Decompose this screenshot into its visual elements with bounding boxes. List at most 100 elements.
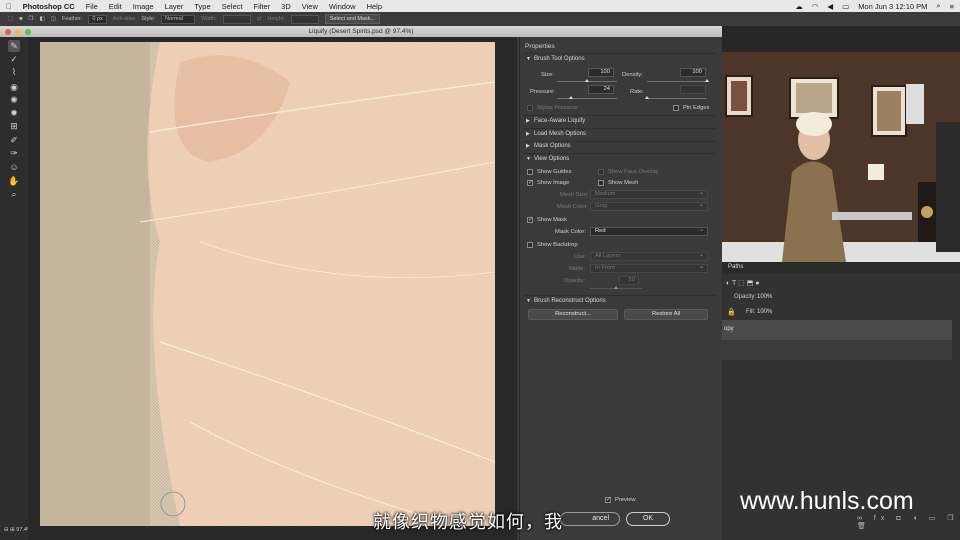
layer-row[interactable] [722, 340, 952, 360]
menu-image[interactable]: Image [133, 2, 154, 11]
intersect-selection-icon[interactable]: ◫ [51, 16, 56, 22]
antialias-checkbox[interactable]: Anti-alias [113, 16, 136, 22]
height-input[interactable] [290, 14, 319, 24]
backdrop-opacity-input[interactable]: 50 [619, 276, 639, 285]
reconstruct-button[interactable]: Reconstruct... [528, 309, 618, 320]
mesh-color-select[interactable]: Gray [590, 202, 708, 211]
push-left-tool-icon[interactable]: ⊞ [8, 120, 20, 132]
ok-button[interactable]: OK [626, 512, 670, 526]
pressure-input[interactable]: 24 [588, 85, 614, 94]
photo-preview[interactable] [40, 42, 495, 526]
freeze-mask-tool-icon[interactable]: ✐ [8, 134, 20, 146]
add-selection-icon[interactable]: ❐ [29, 16, 34, 22]
style-select[interactable]: Normal [161, 14, 196, 24]
search-icon[interactable]: ⌕ [936, 1, 940, 11]
mesh-size-select[interactable]: Medium [590, 190, 708, 199]
layer-opacity-value[interactable]: 100% [757, 294, 772, 300]
size-slider[interactable] [557, 79, 617, 82]
density-input[interactable]: 100 [680, 68, 706, 77]
battery-icon[interactable]: ▭ [842, 2, 849, 11]
menu-window[interactable]: Window [329, 2, 356, 11]
layer-row[interactable]: opy [722, 320, 952, 340]
minimize-icon[interactable] [15, 29, 21, 35]
stylus-pressure-checkbox[interactable] [527, 105, 533, 111]
restore-all-button[interactable]: Restore All [624, 309, 708, 320]
thaw-mask-tool-icon[interactable]: ✑ [8, 147, 20, 159]
mask-color-select[interactable]: Red [590, 227, 708, 236]
mode-select[interactable]: In Front [590, 264, 708, 273]
menu-help[interactable]: Help [367, 2, 382, 11]
menu-type[interactable]: Type [194, 2, 210, 11]
status-menus: ☁ ◠ ◀ ▭ Mon Jun 3 12:10 PM ⌕ ≡ [795, 0, 954, 12]
tab-paths[interactable]: Paths [728, 264, 743, 270]
menu-select[interactable]: Select [222, 2, 243, 11]
width-input[interactable] [222, 14, 251, 24]
show-face-overlay-checkbox[interactable] [598, 169, 604, 175]
twirl-tool-icon[interactable]: ◉ [8, 81, 20, 93]
apple-icon[interactable]:  [6, 2, 12, 11]
zoom-tool-icon[interactable]: ⌕ [8, 188, 20, 200]
marquee-tool-icon[interactable]: ⬚ [8, 16, 13, 22]
section-brush-reconstruct-options[interactable]: ▼ Brush Reconstruct Options [526, 298, 714, 304]
wifi-icon[interactable]: ◠ [812, 2, 819, 11]
pressure-slider-knob[interactable] [569, 96, 574, 99]
feather-input[interactable]: 0 px [88, 14, 107, 24]
clock[interactable]: Mon Jun 3 12:10 PM [858, 2, 927, 11]
face-tool-icon[interactable]: ☺ [8, 161, 20, 173]
menu-view[interactable]: View [302, 2, 318, 11]
pressure-slider[interactable] [557, 96, 617, 99]
cancel-button[interactable]: ancel [560, 512, 620, 526]
show-guides-checkbox[interactable] [527, 169, 533, 175]
layer-footer-icons[interactable]: ∞ fx ◘ ◑ ▭ ❐ 🗑 [857, 514, 960, 530]
menu-app-name[interactable]: Photoshop CC [23, 2, 75, 11]
subtract-selection-icon[interactable]: ◧ [39, 16, 44, 22]
density-slider-knob[interactable] [705, 79, 709, 82]
select-and-mask-button[interactable]: Select and Mask... [324, 14, 381, 24]
rate-slider[interactable] [645, 96, 707, 99]
bloat-tool-icon[interactable]: ✹ [8, 107, 20, 119]
pressure-label: Pressure: [530, 89, 555, 95]
rate-slider-knob[interactable] [645, 96, 649, 99]
pin-edges-checkbox[interactable] [673, 105, 679, 111]
menu-layer[interactable]: Layer [165, 2, 184, 11]
menu-file[interactable]: File [86, 2, 98, 11]
menu-filter[interactable]: Filter [253, 2, 270, 11]
lock-icon[interactable]: 🔒 [727, 308, 736, 316]
show-image-checkbox[interactable]: ✓ [527, 180, 533, 186]
close-icon[interactable] [5, 29, 11, 35]
liquify-titlebar[interactable]: Liquify (Desert Spirits.psd @ 97.4%) [0, 26, 722, 37]
backdrop-opacity-knob[interactable] [614, 286, 618, 289]
use-select[interactable]: All Layers [590, 252, 708, 261]
hand-tool-icon[interactable]: ✋ [8, 175, 20, 187]
preview-label: Preview [615, 497, 636, 503]
density-slider[interactable] [647, 79, 709, 82]
section-view-options[interactable]: ▼ View Options [526, 156, 714, 162]
menu-3d[interactable]: 3D [281, 2, 291, 11]
pucker-tool-icon[interactable]: ✺ [8, 94, 20, 106]
menu-list-icon[interactable]: ≡ [950, 2, 954, 11]
size-input[interactable]: 100 [588, 68, 614, 77]
size-slider-knob[interactable] [585, 79, 589, 82]
backdrop-opacity-slider[interactable] [590, 286, 642, 289]
show-mask-checkbox[interactable]: ✓ [527, 217, 533, 223]
section-face-aware-liquify[interactable]: ▶ Face-Aware Liquify [526, 118, 714, 124]
show-mesh-checkbox[interactable] [598, 180, 604, 186]
rate-input[interactable] [680, 85, 706, 94]
section-brush-tool-options[interactable]: ▼ Brush Tool Options [526, 56, 714, 62]
forward-warp-tool-icon[interactable]: ✎ [8, 40, 20, 52]
smooth-tool-icon[interactable]: ⌇ [8, 66, 20, 78]
reconstruct-tool-icon[interactable]: ✓ [8, 53, 20, 65]
new-selection-icon[interactable]: ■ [19, 16, 22, 22]
preview-checkbox[interactable]: ✓ [605, 497, 611, 503]
section-mask-options[interactable]: ▶ Mask Options [526, 143, 714, 149]
layer-fill-value[interactable]: 100% [757, 309, 772, 315]
zoom-icon[interactable] [25, 29, 31, 35]
section-load-mesh-options[interactable]: ▶ Load Mesh Options [526, 131, 714, 137]
show-backdrop-checkbox[interactable] [527, 242, 533, 248]
volume-icon[interactable]: ◀ [827, 2, 833, 11]
liquify-canvas[interactable] [28, 37, 517, 540]
cloud-icon[interactable]: ☁ [795, 2, 803, 11]
swap-icon[interactable]: ⇄ [257, 16, 262, 22]
menu-edit[interactable]: Edit [109, 2, 122, 11]
layer-filter-icons[interactable]: ◐ T ⬚ ⬒ ● [726, 279, 760, 287]
